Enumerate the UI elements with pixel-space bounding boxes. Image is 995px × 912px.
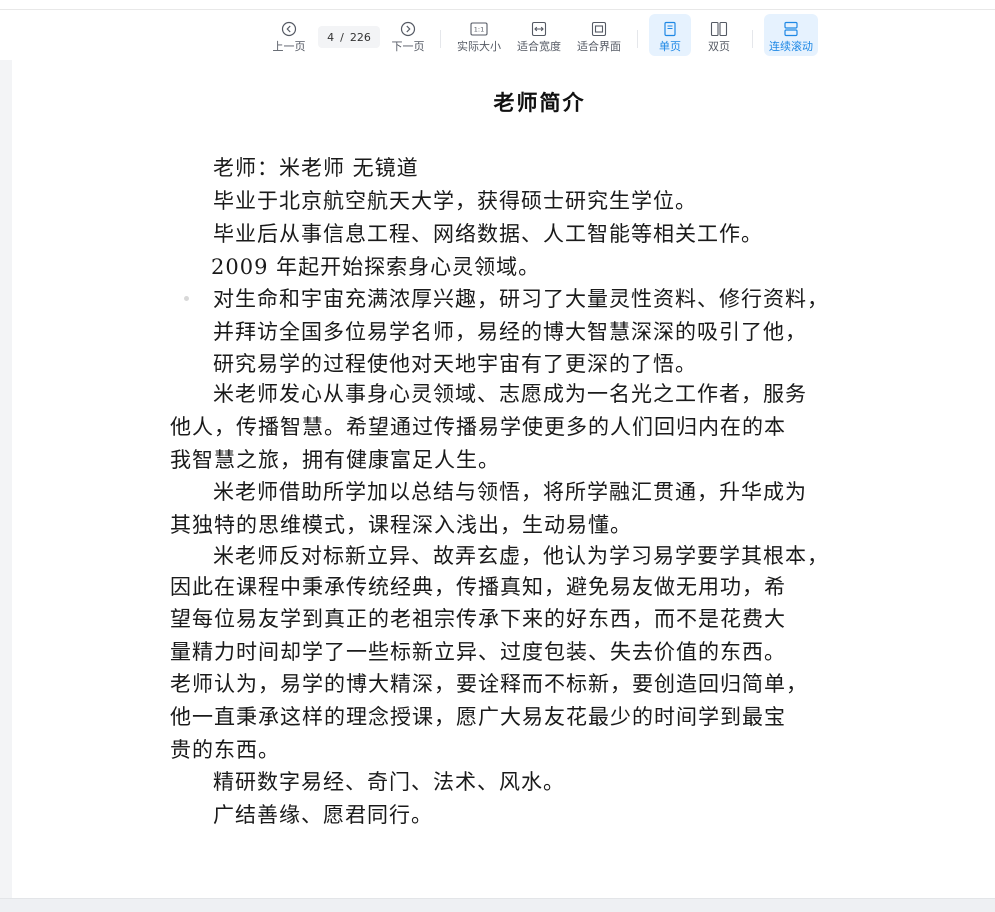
single-page-label: 单页 [659, 40, 681, 53]
continuous-scroll-label: 连续滚动 [769, 40, 813, 53]
text-line: 量精力时间却学了一些标新立异、过度包装、失去价值的东西。 [170, 640, 786, 664]
chevron-right-circle-icon [398, 19, 418, 39]
text-line: 老师：米老师 无镜道 [213, 156, 419, 180]
text-line: 他人，传播智慧。希望通过传播易学使更多的人们回归内在的本 [170, 415, 786, 439]
double-page-label: 双页 [708, 40, 730, 53]
continuous-scroll-button[interactable]: 连续滚动 [764, 14, 818, 56]
double-page-icon [709, 19, 729, 39]
text-line: 广结善缘、愿君同行。 [213, 803, 433, 827]
double-page-button[interactable]: 双页 [698, 14, 740, 56]
chevron-left-circle-icon [279, 19, 299, 39]
document-page: 老师简介 老师：米老师 无镜道 毕业于北京航空航天大学，获得硕士研究生学位。 毕… [12, 60, 995, 898]
next-page-button[interactable]: 下一页 [389, 14, 427, 56]
text-line: 对生命和宇宙充满浓厚兴趣，研习了大量灵性资料、修行资料， [213, 287, 829, 311]
scan-speck [184, 296, 189, 301]
text-line: 精研数字易经、奇门、法术、风水。 [213, 770, 565, 794]
text-line: 因此在课程中秉承传统经典，传播真知，避免易友做无用功，希 [170, 575, 786, 599]
pdf-toolbar: 上一页 4 / 226 下一页 1:1 实际大小 适合宽度 适合界面 单页 双页… [0, 10, 995, 60]
text-line: 毕业后从事信息工程、网络数据、人工智能等相关工作。 [213, 222, 763, 246]
page-indicator: 4 / 226 [318, 26, 380, 48]
fit-width-icon [529, 19, 549, 39]
actual-size-label: 实际大小 [457, 40, 501, 53]
text-line: 老师认为，易学的博大精深，要诠释而不标新，要创造回归简单， [170, 672, 808, 696]
prev-page-label: 上一页 [272, 40, 306, 53]
toolbar-divider [752, 30, 753, 48]
page-title: 老师简介 [493, 90, 586, 115]
fit-page-button[interactable]: 适合界面 [575, 14, 623, 56]
text-line: 2009 年起开始探索身心灵领域。 [211, 255, 541, 279]
toolbar-divider [440, 30, 441, 48]
toolbar-divider [637, 30, 638, 48]
text-line: 我智慧之旅，拥有健康富足人生。 [170, 448, 500, 472]
single-page-button[interactable]: 单页 [649, 14, 691, 56]
svg-text:1:1: 1:1 [474, 26, 484, 34]
text-line: 其独特的思维模式，课程深入浅出，生动易懂。 [170, 513, 632, 537]
fit-page-label: 适合界面 [577, 40, 621, 53]
text-line: 研究易学的过程使他对天地宇宙有了更深的了悟。 [213, 352, 697, 376]
text-line: 贵的东西。 [170, 738, 280, 762]
total-pages: 226 [349, 30, 371, 44]
text-line: 米老师发心从事身心灵领域、志愿成为一名光之工作者，服务 [213, 382, 807, 406]
text-line: 望每位易友学到真正的老祖宗传承下来的好东西，而不是花费大 [170, 607, 786, 631]
fit-page-icon [589, 19, 609, 39]
text-line: 并拜访全国多位易学名师，易经的博大智慧深深的吸引了他， [213, 320, 807, 344]
text-line: 他一直秉承这样的理念授课，愿广大易友花最少的时间学到最宝 [170, 705, 786, 729]
fit-width-label: 适合宽度 [517, 40, 561, 53]
text-line: 米老师反对标新立异、故弄玄虚，他认为学习易学要学其根本， [213, 544, 829, 568]
window-top-strip [0, 0, 995, 10]
actual-size-button[interactable]: 1:1 实际大小 [455, 14, 503, 56]
page-separator: / [340, 30, 344, 44]
single-page-icon [660, 19, 680, 39]
prev-page-button[interactable]: 上一页 [270, 14, 308, 56]
next-page-label: 下一页 [391, 40, 425, 53]
text-line: 毕业于北京航空航天大学，获得硕士研究生学位。 [213, 189, 697, 213]
continuous-scroll-icon [781, 19, 801, 39]
fit-width-button[interactable]: 适合宽度 [515, 14, 563, 56]
actual-size-icon: 1:1 [469, 19, 489, 39]
document-viewer[interactable]: 老师简介 老师：米老师 无镜道 毕业于北京航空航天大学，获得硕士研究生学位。 毕… [0, 60, 995, 898]
current-page-input[interactable]: 4 [327, 31, 334, 44]
text-line: 米老师借助所学加以总结与领悟，将所学融汇贯通，升华成为 [213, 480, 807, 504]
horizontal-scrollbar[interactable] [0, 898, 995, 912]
